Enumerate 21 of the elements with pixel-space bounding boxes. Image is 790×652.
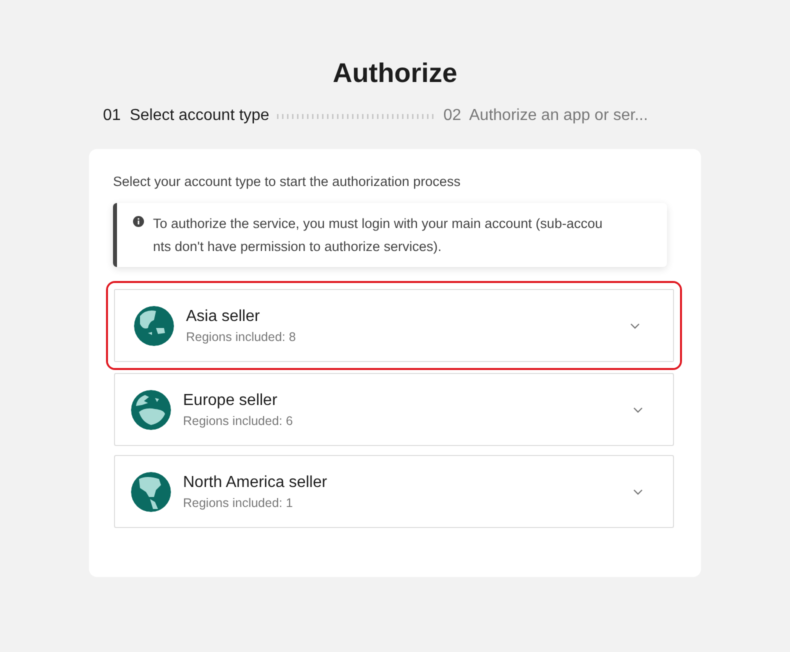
chevron-icon — [633, 488, 643, 494]
account-name: Europe seller — [183, 392, 278, 410]
page-title: Authorize — [332, 58, 458, 89]
notice-text: To authorize the service, you must login with your main account (sub-accou nts don't have permission to authorize services). — [153, 215, 602, 256]
account-option[interactable]: Asia seller Regions included: 8 — [108, 283, 680, 368]
globe-icon — [131, 390, 171, 430]
regions-count: Regions included: 6 — [183, 414, 294, 428]
account-name: Asia seller — [186, 308, 261, 326]
account-option[interactable]: North America seller Regions included: 1 — [114, 455, 674, 528]
globe-icon — [134, 306, 174, 346]
regions-count: Regions included: 8 — [186, 330, 297, 344]
prompt-text: Select your account type to start the authorization process — [113, 174, 462, 189]
account-name: North America seller — [183, 474, 328, 492]
info-icon — [133, 216, 144, 227]
account-option[interactable]: Europe seller Regions included: 6 — [114, 373, 674, 446]
step-label: 02 Authorize an app or ser... — [443, 107, 648, 125]
step-label: 01 Select account type — [103, 107, 270, 125]
globe-icon — [131, 472, 171, 512]
chevron-icon — [633, 406, 643, 412]
regions-count: Regions included: 1 — [183, 496, 294, 510]
chevron-icon — [630, 322, 640, 328]
